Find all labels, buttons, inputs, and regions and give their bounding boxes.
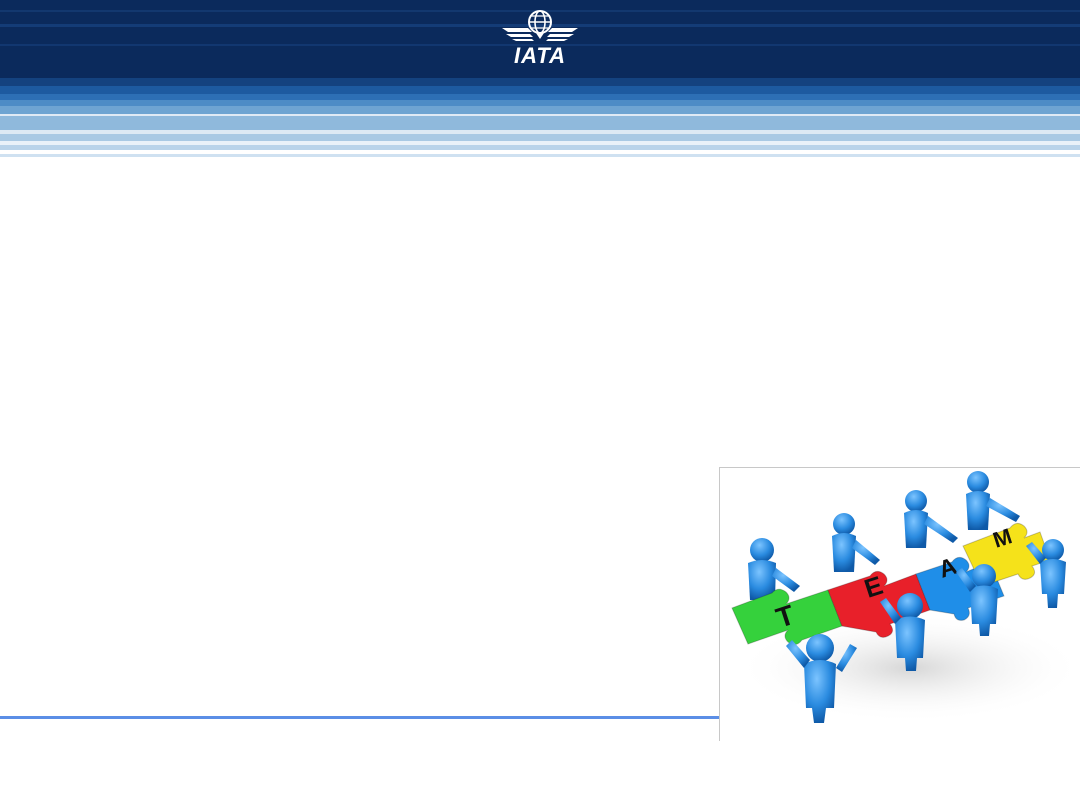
header-banner: IATA [0, 0, 1080, 160]
team-puzzle-illustration: T E A M [731, 471, 1080, 723]
team-picture: T E A M [719, 467, 1080, 741]
globe-wings-icon [502, 10, 578, 41]
iata-logo: IATA [498, 8, 582, 68]
logo-text: IATA [513, 43, 567, 68]
